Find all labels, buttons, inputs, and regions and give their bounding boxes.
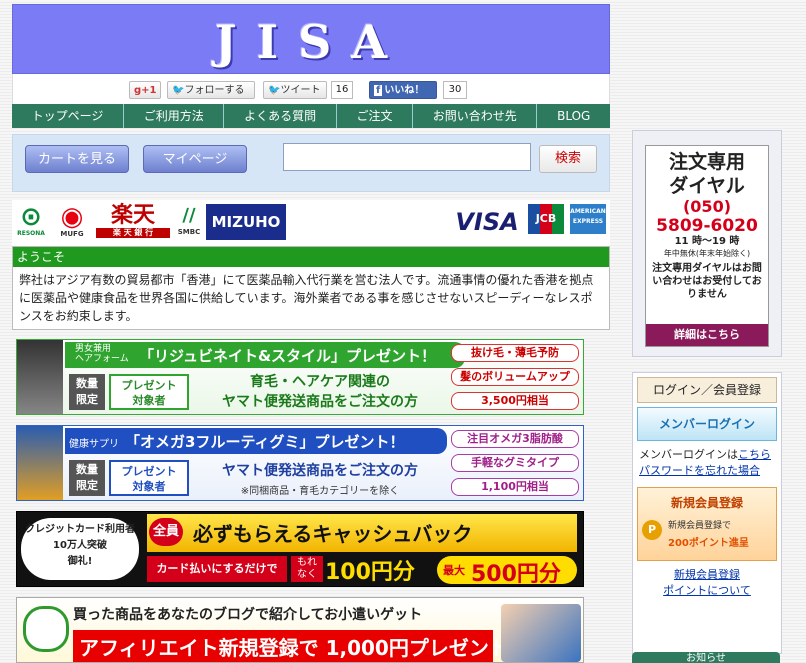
member-login-button[interactable]: メンバーログイン [637,407,777,441]
register-links: 新規会員登録 ポイントについて [633,567,781,599]
nav-faq[interactable]: よくある質問 [224,104,337,128]
twitter-bird-icon: 🐦 [268,85,281,96]
nav-contact[interactable]: お問い合わせ先 [413,104,538,128]
coin-icon [23,606,69,652]
dial-detail-button[interactable]: 詳細はこちら [646,324,768,346]
login-text: メンバーログインはこちら パスワードを忘れた場合 [639,448,771,477]
welcome-title: ようこそ [13,247,609,267]
resona-logo: ⊙ RESONA [17,202,45,237]
tweet-count: 16 [331,81,353,99]
banner-rejuvenate-present[interactable]: 男女兼用 ヘアフォーム 「リジュビネイト&スタイル」プレゼント！ 数量 限定 プ… [16,339,584,415]
register-link[interactable]: 新規会員登録 [674,568,740,581]
dial-area: (050) [682,197,732,216]
mypage-button[interactable]: マイページ [143,145,247,173]
login-here-link[interactable]: こちら [738,448,771,461]
jcb-logo: JCB [528,204,564,234]
mufg-logo: ◉ MUFG [60,202,84,238]
smbc-logo: ∕∕ SMBC [177,205,201,236]
welcome-panel: ようこそ 弊社はアジア有数の貿易都市「香港」にて医薬品輸入代行業を営む法人です。… [12,246,610,330]
search-input[interactable] [283,143,531,171]
register-banner[interactable]: 新規会員登録 P 新規会員登録で 200ポイント進呈 [637,487,777,561]
news-header: お知らせ [632,652,780,663]
points-info-link[interactable]: ポイントについて [663,584,751,597]
nav-top[interactable]: トップページ [12,104,125,128]
nav-usage[interactable]: ご利用方法 [124,104,225,128]
like-count: 30 [443,81,467,99]
welcome-text: 弊社はアジア有数の貿易都市「香港」にて医薬品輸入代行業を営む法人です。流通事情の… [19,273,594,323]
view-cart-button[interactable]: カートを見る [25,145,129,173]
order-dial-panel: 注文専用 ダイヤル (050) 5809-6020 11 時～19 時 年中無休… [632,130,782,357]
facebook-icon: f [374,85,383,96]
main-nav: トップページ ご利用方法 よくある質問 ご注文 お問い合わせ先 BLOG [12,104,610,128]
order-dial-box[interactable]: 注文専用 ダイヤル (050) 5809-6020 11 時～19 時 年中無休… [645,145,769,347]
point-coin-icon: P [642,520,662,540]
mizuho-logo: MIZUHO [206,204,286,240]
forgot-password-link[interactable]: パスワードを忘れた場合 [639,464,760,477]
nav-order[interactable]: ご注文 [337,104,414,128]
gplus-button[interactable]: g+1 [129,81,161,99]
people-photo [501,604,581,662]
dial-note: 注文専用ダイヤルはお問い合わせはお受付しておりません [652,263,762,300]
login-title: ログイン／会員登録 [637,377,777,403]
visa-logo: VISA [455,208,519,236]
facebook-like-button[interactable]: f いいね！ [369,81,437,99]
amex-logo: AMERICAN EXPRESS [570,204,606,234]
dial-number[interactable]: 5809-6020 [646,216,768,236]
social-bar: g+1 🐦フォローする 🐦ツイート 16 f いいね！ 30 [12,74,610,104]
nav-blog[interactable]: BLOG [537,104,610,128]
twitter-bird-icon: 🐦 [172,85,185,96]
rakuten-bank-logo: 楽天 楽 天 銀 行 [96,204,170,240]
payment-logos: ⊙ RESONA ◉ MUFG 楽天 楽 天 銀 行 ∕∕ SMBC MIZUHO V… [12,200,610,246]
product-image [17,426,63,500]
tweet-button[interactable]: 🐦ツイート [263,81,327,99]
main-column: JISA g+1 🐦フォローする 🐦ツイート 16 f いいね！ 30 トップペー… [12,4,610,330]
dial-title: 注文専用 ダイヤル [668,151,745,197]
twitter-follow-button[interactable]: 🐦フォローする [167,81,255,99]
product-image [17,340,63,414]
search-bar: カートを見る マイページ 検索 [12,134,610,192]
banner-omega3-present[interactable]: 健康サプリ 「オメガ3フルーティグミ」プレゼント！ 数量 限定 プレゼント 対象… [16,425,584,501]
site-logo[interactable]: JISA [215,15,407,69]
dial-hours: 11 時～19 時 [674,236,740,247]
login-panel: ログイン／会員登録 メンバーログイン メンバーログインはこちら パスワードを忘れ… [632,372,782,654]
banner-cashback[interactable]: クレジットカード利用者 10万人突破 御礼! 全員 必ずもらえるキャッシュバック… [16,511,584,587]
banner-affiliate[interactable]: 買った商品をあなたのブログで紹介してお小遣いゲット アフィリエイト新規登録で 1… [16,597,584,663]
dial-holiday: 年中無休(年末年始除く) [663,249,751,258]
search-button[interactable]: 検索 [539,145,597,173]
site-logo-banner[interactable]: JISA [12,4,610,74]
